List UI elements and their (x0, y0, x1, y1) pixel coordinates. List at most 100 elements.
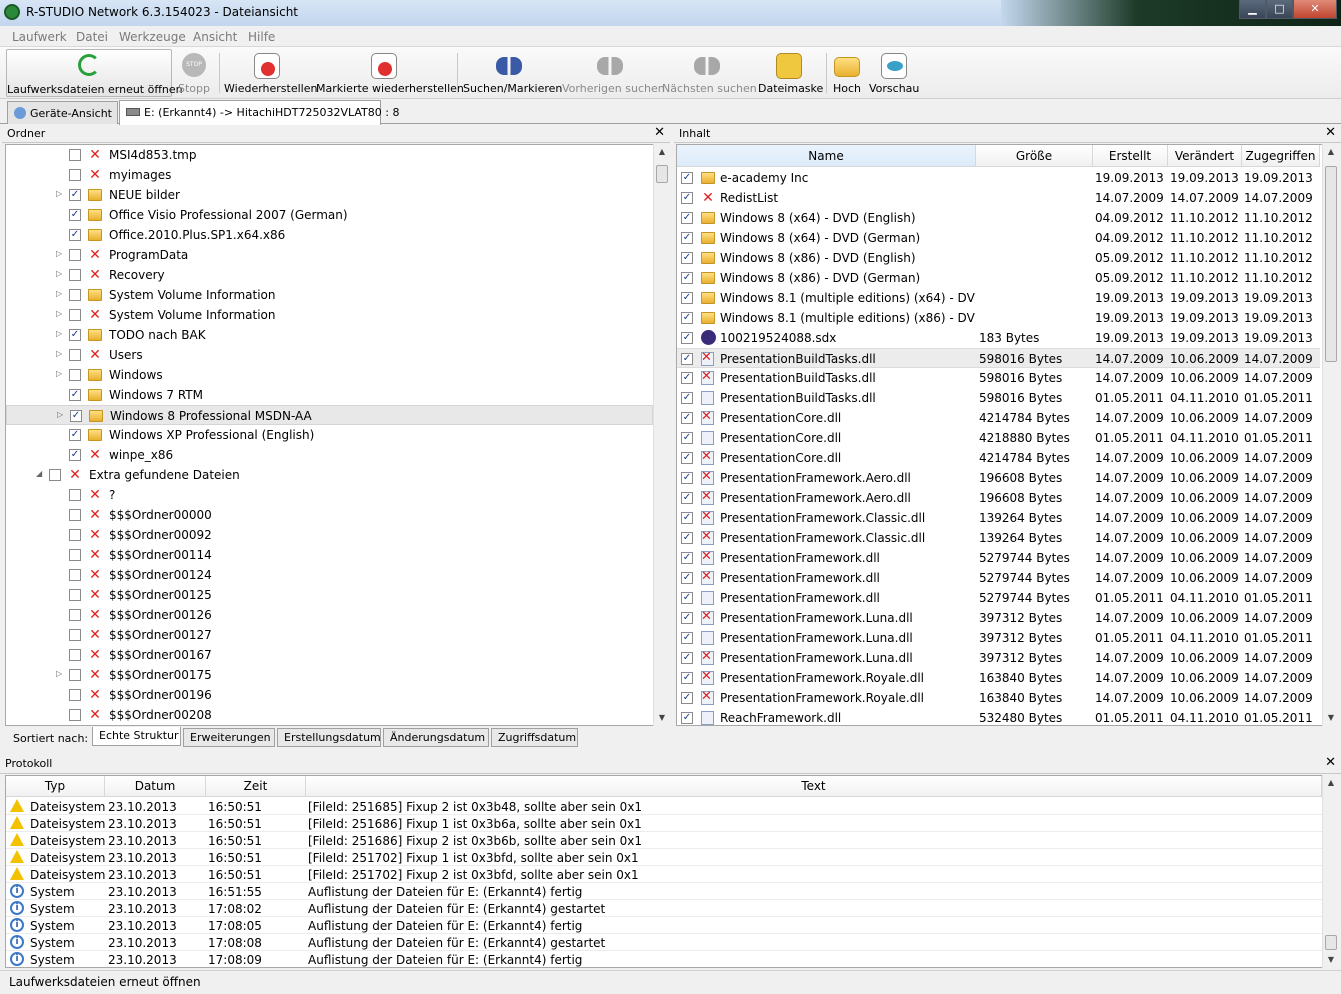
file-checkbox[interactable]: ✓ (681, 692, 693, 704)
close-button[interactable]: ✕ (1293, 0, 1337, 19)
file-row[interactable]: ✓ Windows 8 (x64) - DVD (English) 04.09.20… (677, 208, 1320, 228)
file-checkbox[interactable]: ✓ (681, 192, 693, 204)
tree-row[interactable]: ✕ $$$Ordner00124 (6, 565, 653, 585)
sort-tab-modified-date[interactable]: Änderungsdatum (383, 728, 489, 747)
file-checkbox[interactable]: ✓ (681, 552, 693, 564)
tree-checkbox[interactable] (69, 709, 81, 721)
file-row[interactable]: ✓ 100219524088.sdx 183 Bytes 19.09.2013 ...… (677, 328, 1320, 348)
file-row[interactable]: ✓ ✕ PresentationFramework.Luna.dll 397312 B… (677, 608, 1320, 628)
log-row[interactable]: i System 23.10.2013 17:08:08 Auflistung der … (6, 934, 1322, 951)
file-checkbox[interactable]: ✓ (681, 592, 693, 604)
collapse-arrow-icon[interactable]: ◢ (36, 469, 46, 478)
expand-arrow-icon[interactable]: ▷ (56, 669, 66, 678)
tree-row[interactable]: ▷ ✓ NEUE bilder (6, 185, 653, 205)
log-row[interactable]: Dateisystem 23.10.2013 16:50:51 [FileId: 25… (6, 815, 1322, 832)
tree-checkbox[interactable]: ✓ (70, 410, 82, 422)
file-row[interactable]: ✓e-academy Inc19.09.2013 ...19.09.2013 .… (677, 168, 1320, 188)
tree-row[interactable]: ✕ $$$Ordner00125 (6, 585, 653, 605)
scroll-up-icon[interactable]: ▲ (1323, 775, 1339, 791)
tree-checkbox[interactable] (69, 529, 81, 541)
file-row[interactable]: ✓ ✕ PresentationFramework.Classic.dll 13926… (677, 508, 1320, 528)
tree-checkbox[interactable]: ✓ (69, 389, 81, 401)
file-checkbox[interactable]: ✓ (681, 172, 693, 184)
tree-row[interactable]: ✕ $$$Ordner00127 (6, 625, 653, 645)
file-list[interactable]: ^ Name Größe Erstellt Verändert Zugegriff… (676, 144, 1339, 726)
file-row[interactable]: ✓ ✕ PresentationBuildTasks.dll 598016 Bytes… (677, 368, 1320, 388)
tree-checkbox[interactable]: ✓ (69, 189, 81, 201)
tree-checkbox[interactable] (69, 629, 81, 641)
file-row[interactable]: ✓ PresentationBuildTasks.dll 598016 Bytes 0… (677, 388, 1320, 408)
content-panel-close-icon[interactable]: ✕ (1325, 125, 1336, 140)
tree-checkbox[interactable] (69, 349, 81, 361)
tree-checkbox[interactable] (69, 309, 81, 321)
tree-row[interactable]: ✕ $$$Ordner00126 (6, 605, 653, 625)
tree-checkbox[interactable]: ✓ (69, 209, 81, 221)
tree-row[interactable]: ▷ Windows (6, 365, 653, 385)
tree-row[interactable]: ✕ myimages (6, 165, 653, 185)
up-button[interactable]: Hoch (830, 49, 864, 97)
tree-row[interactable]: ▷ ✕ ProgramData (6, 245, 653, 265)
file-checkbox[interactable]: ✓ (681, 232, 693, 244)
expand-arrow-icon[interactable]: ▷ (56, 269, 66, 278)
minimize-button[interactable]: ▁ (1239, 0, 1266, 19)
file-row[interactable]: ✓✕RedistList14.07.2009 ...14.07.2009 ...… (677, 188, 1320, 208)
tree-row[interactable]: ✕ $$$Ordner00000 (6, 505, 653, 525)
log-panel-close-icon[interactable]: ✕ (1325, 755, 1336, 770)
file-row[interactable]: ✓ ✕ PresentationFramework.Aero.dll 196608 B… (677, 468, 1320, 488)
tree-row[interactable]: ▷ ✕ Users (6, 345, 653, 365)
expand-arrow-icon[interactable]: ▷ (56, 289, 66, 298)
file-checkbox[interactable]: ✓ (681, 412, 693, 424)
tree-row[interactable]: ▷ ✕ Recovery (6, 265, 653, 285)
tree-row[interactable]: ▷ ✓ TODO nach BAK (6, 325, 653, 345)
tree-checkbox[interactable] (69, 249, 81, 261)
scroll-down-icon[interactable]: ▼ (1323, 710, 1339, 726)
recover-button[interactable]: Wiederherstellen (224, 49, 317, 97)
file-checkbox[interactable]: ✓ (681, 492, 693, 504)
expand-arrow-icon[interactable]: ▷ (56, 309, 66, 318)
file-row[interactable]: ✓ ✕ PresentationFramework.Royale.dll 163840… (677, 668, 1320, 688)
file-checkbox[interactable]: ✓ (681, 472, 693, 484)
file-checkbox[interactable]: ✓ (681, 292, 693, 304)
tree-row[interactable]: ✓ Office.2010.Plus.SP1.x64.x86 (6, 225, 653, 245)
scroll-down-icon[interactable]: ▼ (1323, 952, 1339, 968)
tree-row[interactable]: ◢ ✕ Extra gefundene Dateien (6, 465, 653, 485)
tree-checkbox[interactable] (69, 569, 81, 581)
sort-tab-creation-date[interactable]: Erstellungsdatum (277, 728, 381, 747)
sort-tab-access-date[interactable]: Zugriffsdatum (491, 728, 578, 747)
file-checkbox[interactable]: ✓ (681, 312, 693, 324)
log-row[interactable]: Dateisystem 23.10.2013 16:50:51 [FileId: 25… (6, 832, 1322, 849)
tree-row[interactable]: ✕ $$$Ordner00208 (6, 705, 653, 725)
tree-checkbox[interactable] (69, 509, 81, 521)
file-row[interactable]: ✓ PresentationFramework.dll 5279744 Bytes 0… (677, 588, 1320, 608)
file-checkbox[interactable]: ✓ (681, 212, 693, 224)
file-checkbox[interactable]: ✓ (681, 452, 693, 464)
file-row[interactable]: ✓ PresentationCore.dll 4218880 Bytes 01.05.… (677, 428, 1320, 448)
tree-row[interactable]: ✓ Office Visio Professional 2007 (German) (6, 205, 653, 225)
log-column-time[interactable]: Zeit (206, 776, 306, 797)
tree-row[interactable]: ▷ ✕ System Volume Information (6, 305, 653, 325)
log-column-type[interactable]: Typ (6, 776, 105, 797)
tree-checkbox[interactable] (49, 469, 61, 481)
column-header-size[interactable]: Größe (976, 145, 1093, 167)
file-row[interactable]: ✓ ✕ PresentationBuildTasks.dll 598016 Bytes… (677, 348, 1320, 368)
tree-checkbox[interactable] (69, 649, 81, 661)
tree-checkbox[interactable]: ✓ (69, 449, 81, 461)
file-row[interactable]: ✓ Windows 8 (x86) - DVD (English) 05.09.20… (677, 248, 1320, 268)
menu-datei[interactable]: Datei (76, 30, 108, 44)
log-row[interactable]: i System 23.10.2013 17:08:02 Auflistung der … (6, 900, 1322, 917)
file-row[interactable]: ✓ ReachFramework.dll 532480 Bytes 01.05.201… (677, 708, 1320, 725)
file-row[interactable]: ✓ Windows 8.1 (multiple editions) (x64) -… (677, 288, 1320, 308)
tree-checkbox[interactable] (69, 609, 81, 621)
scroll-thumb[interactable] (1325, 166, 1337, 362)
log-row[interactable]: Dateisystem 23.10.2013 16:50:51 [FileId: 25… (6, 798, 1322, 815)
log-column-date[interactable]: Datum (105, 776, 206, 797)
file-list-scrollbar[interactable]: ▲ ▼ (1322, 144, 1339, 726)
tree-row[interactable]: ✕ $$$Ordner00167 (6, 645, 653, 665)
sort-tab-real-structure[interactable]: Echte Struktur (92, 727, 181, 746)
tree-checkbox[interactable] (69, 369, 81, 381)
tree-checkbox[interactable] (69, 169, 81, 181)
file-row[interactable]: ✓ ✕ PresentationFramework.Aero.dll 196608 B… (677, 488, 1320, 508)
file-row[interactable]: ✓ ✕ PresentationFramework.Royale.dll 163840… (677, 688, 1320, 708)
tree-row[interactable]: ▷ ✓ Windows 8 Professional MSDN-AA (6, 405, 653, 425)
expand-arrow-icon[interactable]: ▷ (56, 329, 66, 338)
